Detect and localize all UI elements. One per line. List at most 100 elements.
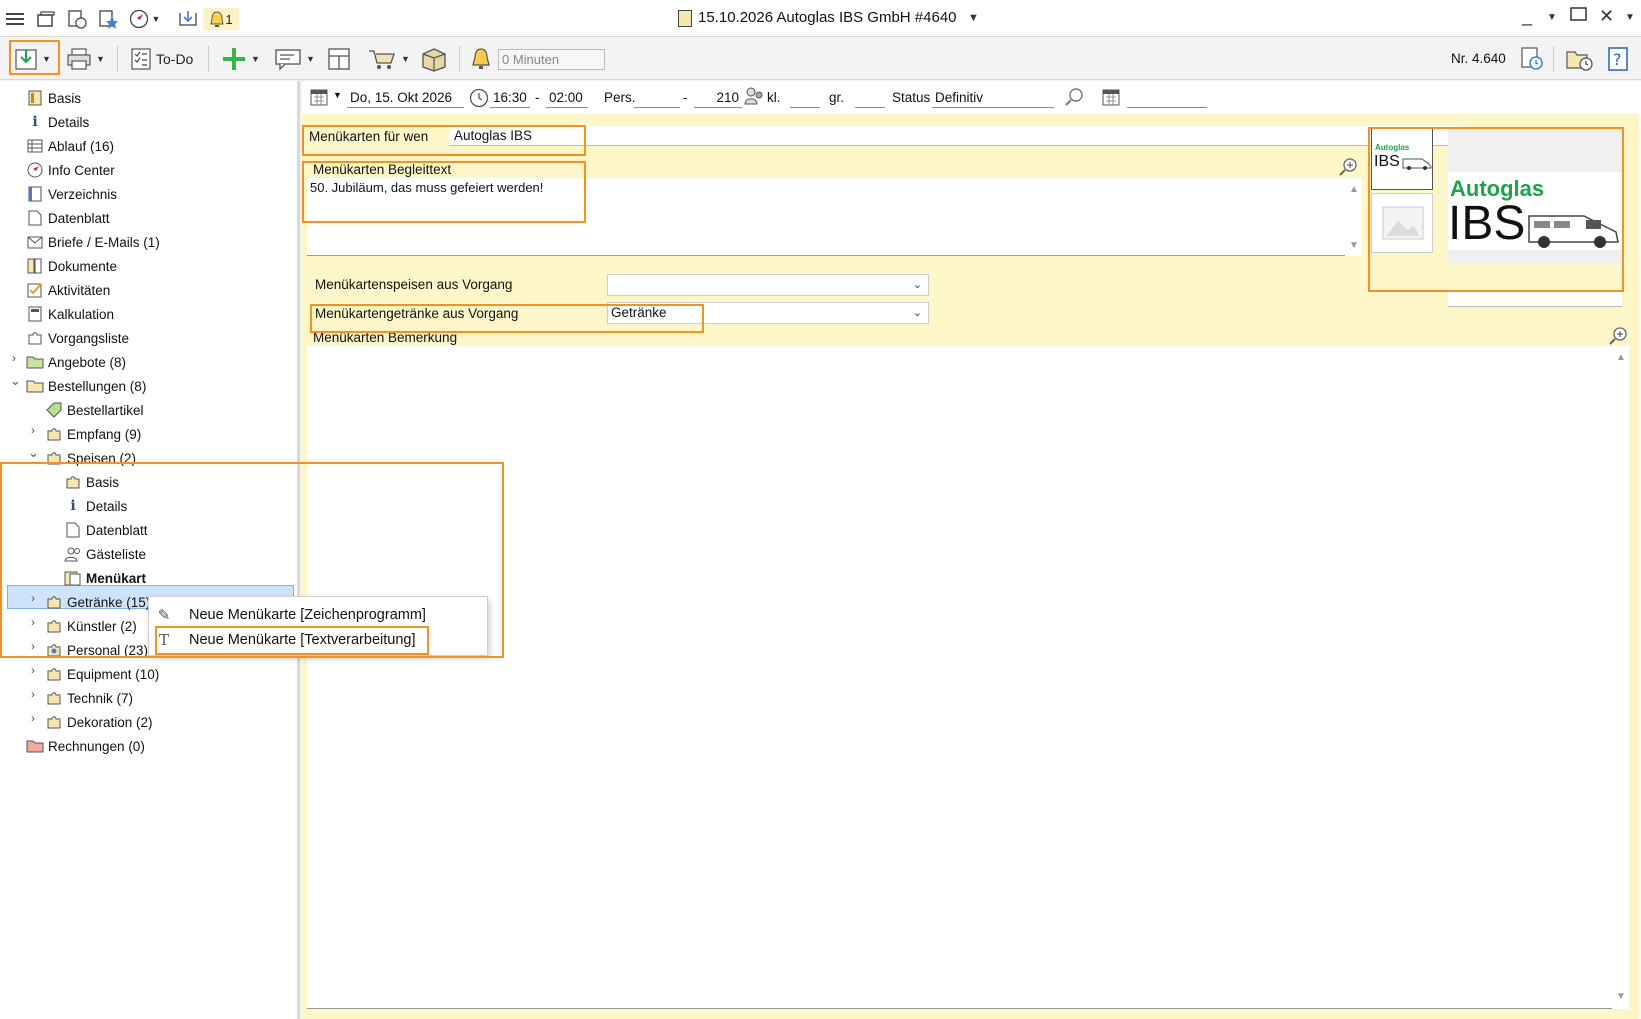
- windows-stack-icon[interactable]: [35, 8, 57, 30]
- chevron-right-icon[interactable]: ›: [31, 663, 35, 677]
- scroll-down-icon[interactable]: ▼: [1616, 991, 1626, 1002]
- tree-item-verzeichnis[interactable]: Verzeichnis: [26, 182, 117, 206]
- tree-item-dokumente[interactable]: Dokumente: [26, 254, 117, 278]
- tree-item-equipment[interactable]: Equipment (10): [45, 662, 159, 686]
- title-chevron-down-icon[interactable]: ▼: [968, 12, 979, 24]
- begleittext-textarea[interactable]: 50. Jubiläum, das muss gefeiert werden! …: [307, 178, 1362, 256]
- reminder-bell-button[interactable]: [470, 44, 492, 74]
- chevron-right-icon[interactable]: ›: [31, 591, 35, 605]
- tree-item-kalkulation[interactable]: Kalkulation: [26, 302, 114, 326]
- time-from-field[interactable]: 16:30: [490, 88, 530, 108]
- window-menu-chevron-icon[interactable]: ▼: [1547, 12, 1557, 23]
- layout-button[interactable]: [327, 44, 351, 74]
- chevron-right-icon[interactable]: ›: [31, 711, 35, 725]
- zoom-search-icon[interactable]: [1064, 87, 1084, 107]
- gr-field[interactable]: [855, 88, 885, 108]
- comment-button[interactable]: ▼: [274, 44, 315, 74]
- begleittext-scrollbar[interactable]: ▲ ▼: [1345, 178, 1362, 256]
- chevron-right-icon[interactable]: ›: [12, 351, 16, 365]
- cart-button[interactable]: ▼: [367, 44, 410, 74]
- hamburger-menu-icon[interactable]: [4, 8, 26, 30]
- tree-item-briefe[interactable]: Briefe / E-Mails (1): [26, 230, 160, 254]
- bemerkung-scrollbar[interactable]: ▲ ▼: [1612, 346, 1629, 1009]
- notification-bell-icon[interactable]: 1: [203, 8, 239, 30]
- logo-caption-input[interactable]: [1448, 289, 1622, 307]
- scroll-down-icon[interactable]: ▼: [1349, 240, 1359, 251]
- todo-button[interactable]: To-Do: [130, 44, 193, 74]
- add-button[interactable]: ▼: [221, 44, 260, 74]
- recent-doc-icon[interactable]: [66, 8, 88, 30]
- tree-item-speisen-datenblatt[interactable]: Datenblatt: [64, 518, 148, 542]
- zoom-in-icon[interactable]: [1608, 326, 1628, 346]
- tree-item-ablauf[interactable]: Ablauf (16): [26, 134, 114, 158]
- pers-max-field[interactable]: 210: [694, 88, 742, 108]
- tree-item-basis[interactable]: Basis: [26, 86, 81, 110]
- tree-item-info-center[interactable]: Info Center: [26, 158, 115, 182]
- chevron-down-icon[interactable]: ▼: [401, 54, 410, 64]
- zoom-in-icon[interactable]: [1338, 157, 1358, 177]
- chevron-down-icon[interactable]: ▼: [96, 54, 105, 64]
- bemerkung-textarea[interactable]: ▲ ▼: [307, 346, 1629, 1009]
- schedule-button[interactable]: [1565, 44, 1595, 74]
- calendar-icon[interactable]: [310, 88, 328, 106]
- chevron-right-icon[interactable]: ›: [31, 423, 35, 437]
- chevron-right-icon[interactable]: ›: [31, 615, 35, 629]
- scroll-up-icon[interactable]: ▲: [1616, 352, 1626, 363]
- end-date-field[interactable]: [1127, 88, 1207, 108]
- maximize-icon[interactable]: [1570, 6, 1588, 27]
- tree-item-empfang[interactable]: Empfang (9): [45, 422, 141, 446]
- favorites-icon[interactable]: [97, 8, 119, 30]
- chevron-down-icon[interactable]: ▼: [251, 54, 260, 64]
- chevron-down-icon[interactable]: ▼: [42, 54, 51, 64]
- tree-item-bestellartikel[interactable]: Bestellartikel: [45, 398, 144, 422]
- chevron-down-icon[interactable]: ▼: [306, 54, 315, 64]
- pers-min-field[interactable]: [634, 88, 680, 108]
- tree-item-dekoration[interactable]: Dekoration (2): [45, 710, 153, 734]
- tree-item-rechnungen[interactable]: Rechnungen (0): [26, 734, 145, 758]
- inbox-download-icon[interactable]: [177, 8, 199, 30]
- chevron-right-icon[interactable]: ›: [31, 639, 35, 653]
- tree-item-personal[interactable]: Personal (23): [45, 638, 148, 662]
- minimize-icon[interactable]: _: [1522, 6, 1532, 27]
- speisen-select[interactable]: ⌄: [607, 274, 929, 296]
- tree-item-getraenke[interactable]: Getränke (15): [45, 590, 150, 614]
- chevron-right-icon[interactable]: ›: [31, 687, 35, 701]
- tree-item-speisen-basis[interactable]: Basis: [64, 470, 119, 494]
- tree-item-speisen[interactable]: Speisen (2): [45, 446, 136, 470]
- reminder-minutes-input[interactable]: 0 Minuten: [498, 49, 605, 70]
- tree-item-details[interactable]: i Details: [26, 110, 89, 134]
- image-placeholder[interactable]: [1371, 193, 1433, 253]
- fuer-wen-input[interactable]: Autoglas IBS: [449, 126, 1462, 146]
- tree-item-technik[interactable]: Technik (7): [45, 686, 133, 710]
- tree-item-menuekarten[interactable]: Menükart: [64, 566, 146, 590]
- tree-item-aktivitaeten[interactable]: Aktivitäten: [26, 278, 110, 302]
- chevron-down-icon[interactable]: ⌄: [28, 445, 39, 461]
- import-button[interactable]: ▼: [14, 44, 51, 74]
- chevron-down-icon[interactable]: ▼: [150, 8, 162, 30]
- tree-item-kuenstler[interactable]: Künstler (2): [45, 614, 137, 638]
- print-button[interactable]: ▼: [66, 44, 105, 74]
- tree-item-speisen-details[interactable]: i Details: [64, 494, 127, 518]
- chevron-down-icon[interactable]: ▼: [333, 90, 342, 100]
- package-button[interactable]: [420, 44, 448, 74]
- extra-chevron-icon[interactable]: ▼: [1625, 12, 1635, 23]
- scroll-up-icon[interactable]: ▲: [1349, 184, 1359, 195]
- info-center-compass-icon[interactable]: [128, 8, 150, 30]
- history-button[interactable]: [1519, 44, 1545, 74]
- menu-item-textverarbeitung[interactable]: T Neue Menükarte [Textverarbeitung]: [149, 627, 489, 653]
- tree-item-gaesteliste[interactable]: Gästeliste: [64, 542, 146, 566]
- chevron-down-icon[interactable]: ⌄: [10, 373, 21, 389]
- date-field[interactable]: Do, 15. Okt 2026: [347, 88, 464, 108]
- logo-thumbnail[interactable]: Autoglas IBS: [1371, 128, 1433, 190]
- tree-item-angebote[interactable]: Angebote (8): [26, 350, 126, 374]
- calendar-icon[interactable]: [1102, 88, 1120, 106]
- status-field[interactable]: Definitiv: [932, 88, 1054, 108]
- tree-item-datenblatt[interactable]: Datenblatt: [26, 206, 110, 230]
- menu-item-zeichenprogramm[interactable]: ✎ Neue Menükarte [Zeichenprogramm]: [149, 602, 489, 628]
- close-icon[interactable]: ✕: [1599, 6, 1614, 27]
- time-to-field[interactable]: 02:00: [546, 88, 588, 108]
- tree-item-bestellungen[interactable]: Bestellungen (8): [26, 374, 146, 398]
- tree-item-vorgangsliste[interactable]: Vorgangsliste: [26, 326, 129, 350]
- kl-field[interactable]: [790, 88, 820, 108]
- help-button[interactable]: ?: [1607, 44, 1629, 74]
